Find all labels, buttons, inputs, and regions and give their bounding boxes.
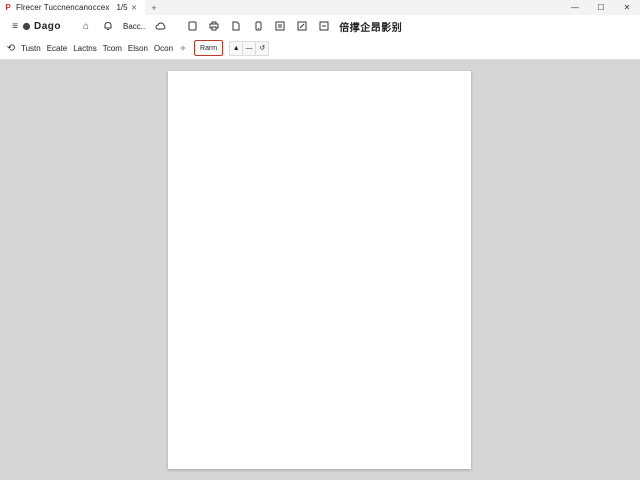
zoom-out-button[interactable]: —	[242, 40, 257, 56]
window-controls: — ☐ ✕	[562, 0, 640, 15]
tab-counter: 1/5	[116, 3, 128, 12]
back-icon[interactable]: ⟲	[4, 37, 18, 59]
tool-toolbar: ⟲ Tustn Ecate Lactns Tcom Elson Ocon ✧ R…	[0, 37, 640, 60]
main-toolbar: ≡ Dago ⌂ Bacc.. 倍撑企昂影别	[0, 15, 640, 37]
document-title: 倍撑企昂影别	[339, 22, 403, 34]
home-icon[interactable]: ⌂	[75, 15, 97, 37]
document-tab[interactable]: P Flrecer Tuccnencanoccex 1/5 ✕	[0, 0, 145, 15]
page-up-button[interactable]: ▲	[229, 40, 244, 56]
note-icon[interactable]	[269, 15, 291, 37]
page-icon[interactable]	[181, 15, 203, 37]
phone-icon[interactable]	[247, 15, 269, 37]
tool-item-5[interactable]: Elson	[125, 44, 151, 53]
tool-item-6[interactable]: Ocon	[151, 44, 176, 53]
title-bar: P Flrecer Tuccnencanoccex 1/5 ✕ + — ☐ ✕	[0, 0, 640, 15]
cloud-icon[interactable]	[149, 15, 171, 37]
tool-item-3[interactable]: Lactns	[70, 44, 100, 53]
bell-icon[interactable]	[97, 15, 119, 37]
rotate-button[interactable]: ↺	[255, 40, 270, 56]
edit-icon[interactable]	[291, 15, 313, 37]
close-icon[interactable]: ✕	[131, 4, 137, 12]
zoom-select[interactable]: Rarm	[194, 40, 224, 56]
page-nav-group: ▲ — ↺	[229, 40, 270, 56]
tool-item-2[interactable]: Ecate	[44, 44, 70, 53]
tab-title: Flrecer Tuccnencanoccex	[16, 3, 110, 12]
maximize-button[interactable]: ☐	[588, 0, 614, 15]
print-icon[interactable]	[203, 15, 225, 37]
new-tab-button[interactable]: +	[147, 3, 161, 13]
app-logo: P	[5, 3, 11, 12]
tool-item-1[interactable]: Tustn	[18, 44, 44, 53]
document-icon[interactable]	[225, 15, 247, 37]
tool-item-4[interactable]: Tcom	[100, 44, 125, 53]
tool-name[interactable]: Dago	[30, 21, 65, 32]
document-page[interactable]	[168, 71, 471, 469]
image-icon[interactable]	[313, 15, 335, 37]
minimize-button[interactable]: —	[562, 0, 588, 15]
close-button[interactable]: ✕	[614, 0, 640, 15]
more-tools-icon[interactable]: ✧	[176, 37, 190, 59]
file-name[interactable]: Bacc..	[119, 22, 149, 31]
